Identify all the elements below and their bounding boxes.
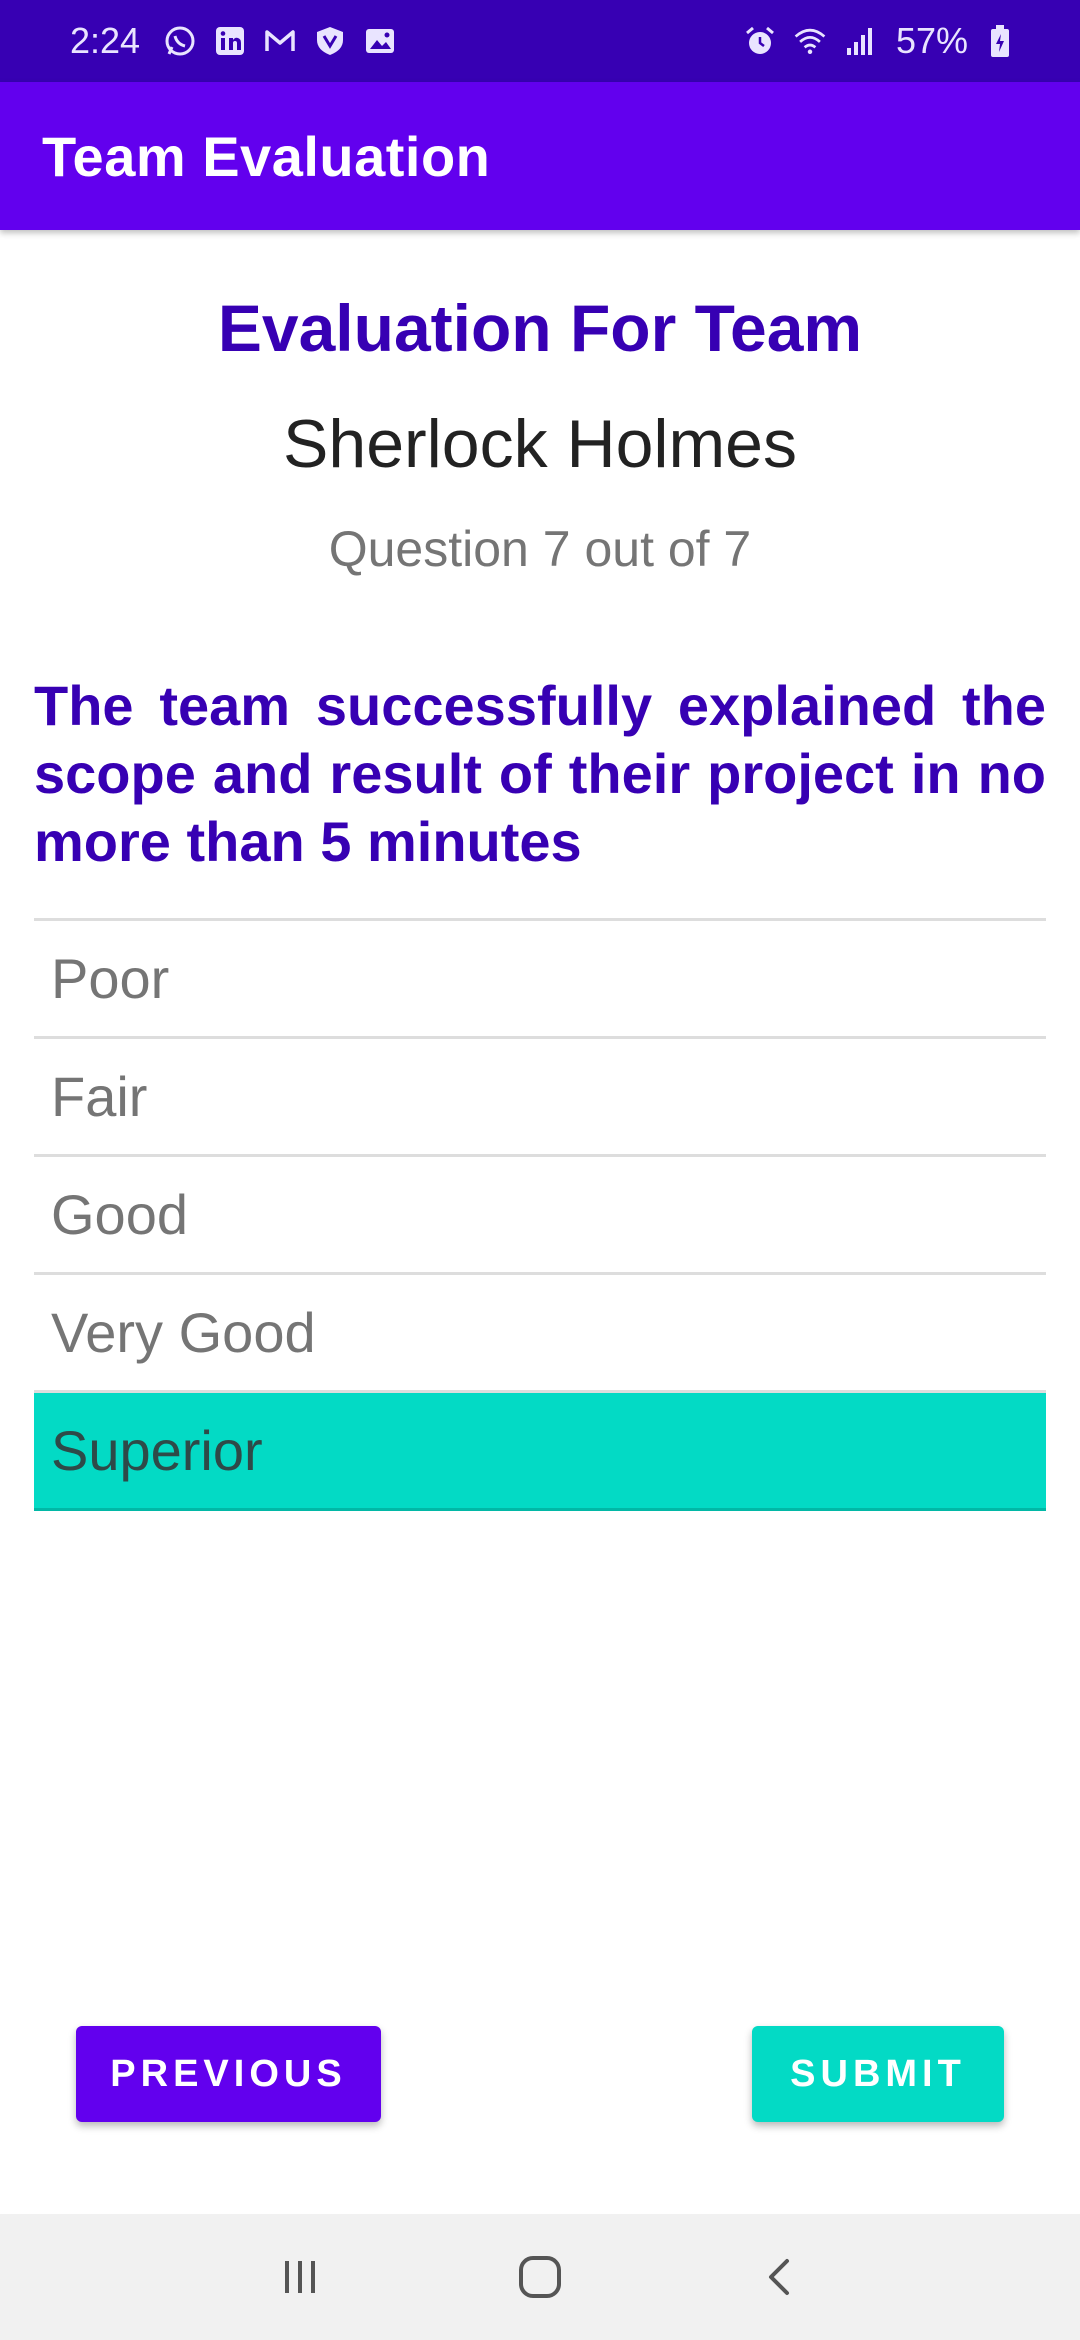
option-good[interactable]: Good	[34, 1157, 1046, 1275]
status-bar: 2:24 57%	[0, 0, 1080, 82]
whatsapp-icon	[162, 23, 198, 59]
app-bar: Team Evaluation	[0, 82, 1080, 230]
question-counter: Question 7 out of 7	[328, 521, 752, 577]
gallery-icon	[362, 23, 398, 59]
battery-icon	[982, 23, 1018, 59]
option-very-good[interactable]: Very Good	[34, 1275, 1046, 1393]
submit-button[interactable]: SUBMIT	[752, 2026, 1004, 2122]
option-label: Poor	[51, 947, 170, 1010]
option-fair[interactable]: Fair	[34, 1039, 1046, 1157]
vpn-shield-icon	[312, 23, 348, 59]
status-right: 57%	[742, 20, 1018, 62]
app-title: Team Evaluation	[42, 124, 491, 188]
linkedin-icon	[212, 23, 248, 59]
navigation-bar	[0, 2214, 1080, 2340]
previous-button[interactable]: PREVIOUS	[76, 2026, 381, 2122]
alarm-icon	[742, 23, 778, 59]
option-label: Superior	[51, 1419, 263, 1482]
wifi-icon	[792, 23, 828, 59]
option-label: Fair	[51, 1065, 148, 1128]
option-label: Good	[51, 1183, 188, 1246]
rating-options-list: Poor Fair Good Very Good Superior	[34, 918, 1046, 1511]
question-text: The team successfully explained the scop…	[34, 674, 1046, 873]
gmail-icon	[262, 23, 298, 59]
status-time: 2:24	[70, 20, 141, 61]
status-left: 2:24	[70, 20, 398, 62]
evaluation-heading: Evaluation For Team	[217, 291, 863, 365]
option-poor[interactable]: Poor	[34, 921, 1046, 1039]
screen: 2:24 57% Team Evaluation Evaluation For …	[0, 0, 1080, 2340]
option-superior[interactable]: Superior	[34, 1393, 1046, 1511]
home-icon[interactable]	[500, 2237, 580, 2317]
battery-percentage: 57%	[895, 20, 968, 61]
team-name: Sherlock Holmes	[283, 406, 797, 482]
recent-apps-icon[interactable]	[260, 2237, 340, 2317]
option-label: Very Good	[51, 1301, 316, 1364]
signal-icon	[842, 23, 878, 59]
back-icon[interactable]	[740, 2237, 820, 2317]
